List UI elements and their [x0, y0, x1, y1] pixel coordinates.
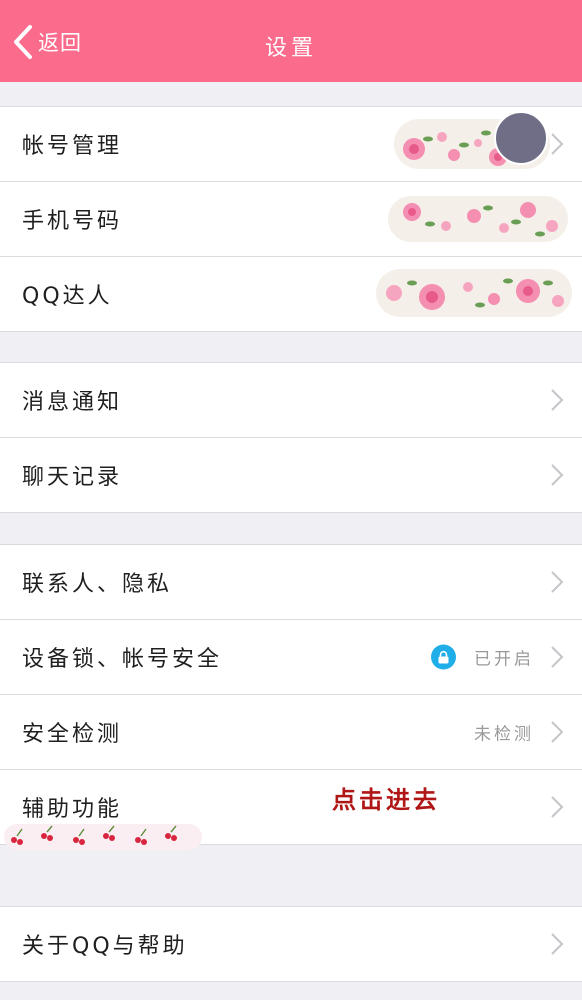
- row-label: 帐号管理: [22, 134, 123, 159]
- chevron-right-icon: [550, 720, 564, 744]
- row-label: QQ达人: [22, 284, 113, 309]
- cherry-decoration: [4, 824, 202, 850]
- chevron-right-icon: [550, 795, 564, 819]
- lock-icon: [431, 644, 456, 670]
- row-contacts-privacy[interactable]: 联系人、隐私: [0, 545, 582, 620]
- row-label: 联系人、隐私: [22, 572, 173, 597]
- avatar: [494, 111, 548, 165]
- row-label: 设备锁、帐号安全: [22, 647, 223, 672]
- floral-decoration: [388, 196, 568, 242]
- row-security-check[interactable]: 安全检测 未检测: [0, 695, 582, 770]
- row-qq-expert[interactable]: QQ达人: [0, 257, 582, 331]
- chevron-right-icon: [550, 388, 564, 412]
- row-account-management[interactable]: 帐号管理: [0, 107, 582, 182]
- chevron-right-icon: [550, 463, 564, 487]
- settings-group-privacy: 联系人、隐私 设备锁、帐号安全 已开启 安全检测 未检测 辅助功能: [0, 544, 582, 845]
- settings-group-messages: 消息通知 聊天记录: [0, 362, 582, 513]
- row-status-value: 已开启: [474, 649, 534, 670]
- settings-group-account: 帐号管理 手机号码 QQ达人: [0, 106, 582, 332]
- nav-bar: 返回 设置: [0, 0, 582, 82]
- floral-decoration: [376, 269, 572, 317]
- chevron-right-icon: [550, 132, 564, 156]
- row-label: 关于QQ与帮助: [22, 934, 188, 959]
- chevron-right-icon: [550, 645, 564, 669]
- row-label: 消息通知: [22, 390, 123, 415]
- tap-hint-annotation: 点击进去: [332, 785, 440, 814]
- row-chat-history[interactable]: 聊天记录: [0, 438, 582, 512]
- chevron-right-icon: [550, 570, 564, 594]
- row-label: 聊天记录: [22, 465, 123, 490]
- row-about-help[interactable]: 关于QQ与帮助: [0, 907, 582, 981]
- row-status-value: 未检测: [474, 724, 534, 745]
- row-label: 辅助功能: [22, 797, 123, 822]
- settings-group-about: 关于QQ与帮助: [0, 906, 582, 982]
- chevron-right-icon: [550, 932, 564, 956]
- page-title: 设置: [264, 36, 317, 61]
- row-label: 安全检测: [22, 722, 123, 747]
- row-device-lock[interactable]: 设备锁、帐号安全 已开启: [0, 620, 582, 695]
- row-phone-number[interactable]: 手机号码: [0, 182, 582, 257]
- row-notifications[interactable]: 消息通知: [0, 363, 582, 438]
- row-label: 手机号码: [22, 209, 123, 234]
